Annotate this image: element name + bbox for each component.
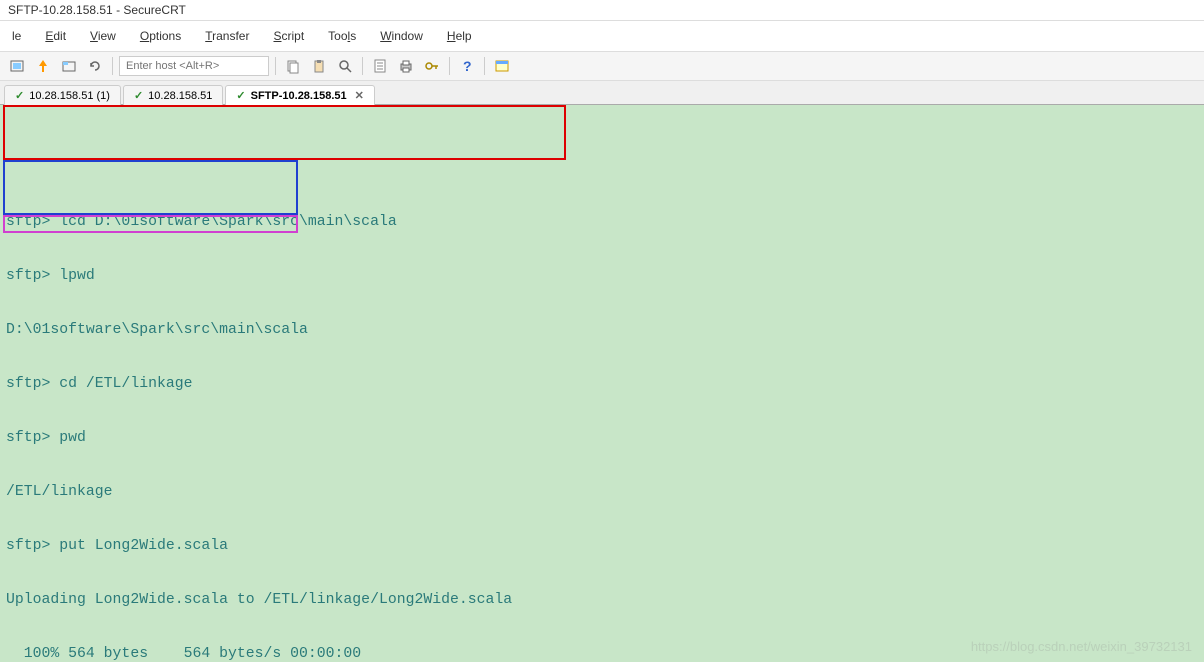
terminal-line: sftp> put Long2Wide.scala: [0, 537, 1204, 555]
menu-view[interactable]: View: [78, 25, 128, 47]
menubar: le Edit View Options Transfer Script Too…: [0, 21, 1204, 51]
menu-script[interactable]: Script: [261, 25, 316, 47]
terminal-line: sftp> pwd: [0, 429, 1204, 447]
menu-file[interactable]: le: [0, 25, 33, 47]
menu-options[interactable]: Options: [128, 25, 193, 47]
highlight-box-blue: [3, 160, 298, 215]
svg-text:?: ?: [463, 58, 472, 74]
terminal-line: /ETL/linkage: [0, 483, 1204, 501]
terminal-line: Uploading Long2Wide.scala to /ETL/linkag…: [0, 591, 1204, 609]
check-icon: ✓: [236, 89, 245, 102]
toolbar: ?: [0, 51, 1204, 81]
connect-in-tab-icon[interactable]: [58, 55, 80, 77]
host-input[interactable]: [119, 56, 269, 76]
terminal-line: 100% 564 bytes 564 bytes/s 00:00:00: [0, 645, 1204, 662]
terminal-line: sftp> cd /ETL/linkage: [0, 375, 1204, 393]
toolbar-separator: [449, 57, 450, 75]
highlight-box-magenta: [3, 215, 298, 233]
menu-help[interactable]: Help: [435, 25, 484, 47]
key-icon[interactable]: [421, 55, 443, 77]
terminal-line: D:\01software\Spark\src\main\scala: [0, 321, 1204, 339]
print-icon[interactable]: [395, 55, 417, 77]
properties-icon[interactable]: [369, 55, 391, 77]
close-icon[interactable]: ✕: [355, 89, 364, 102]
tab-label: SFTP-10.28.158.51: [251, 90, 347, 102]
connect-icon[interactable]: [6, 55, 28, 77]
quick-connect-icon[interactable]: [32, 55, 54, 77]
menu-tools[interactable]: Tools: [316, 25, 368, 47]
menu-edit[interactable]: Edit: [33, 25, 78, 47]
tab-session-sftp[interactable]: ✓ SFTP-10.28.158.51 ✕: [225, 85, 374, 105]
toolbar-separator: [112, 57, 113, 75]
tab-label: 10.28.158.51: [148, 90, 212, 102]
tab-session-2[interactable]: ✓ 10.28.158.51: [123, 85, 223, 105]
tab-label: 10.28.158.51 (1): [29, 90, 110, 102]
menu-transfer[interactable]: Transfer: [193, 25, 261, 47]
tab-session-1[interactable]: ✓ 10.28.158.51 (1): [4, 85, 121, 105]
highlight-box-red: [3, 105, 566, 160]
window-title: SFTP-10.28.158.51 - SecureCRT: [8, 3, 186, 17]
help-icon[interactable]: ?: [456, 55, 478, 77]
check-icon: ✓: [15, 89, 24, 102]
tabbar: ✓ 10.28.158.51 (1) ✓ 10.28.158.51 ✓ SFTP…: [0, 81, 1204, 105]
toolbar-separator: [362, 57, 363, 75]
menu-window[interactable]: Window: [368, 25, 435, 47]
terminal-pane[interactable]: sftp> lcd D:\01software\Spark\src\main\s…: [0, 105, 1204, 662]
toolbar-separator: [484, 57, 485, 75]
toolbar-separator: [275, 57, 276, 75]
window-titlebar: SFTP-10.28.158.51 - SecureCRT: [0, 0, 1204, 21]
check-icon: ✓: [134, 89, 143, 102]
app-icon[interactable]: [491, 55, 513, 77]
copy-icon[interactable]: [282, 55, 304, 77]
terminal-line: sftp> lpwd: [0, 267, 1204, 285]
reconnect-icon[interactable]: [84, 55, 106, 77]
paste-icon[interactable]: [308, 55, 330, 77]
find-icon[interactable]: [334, 55, 356, 77]
